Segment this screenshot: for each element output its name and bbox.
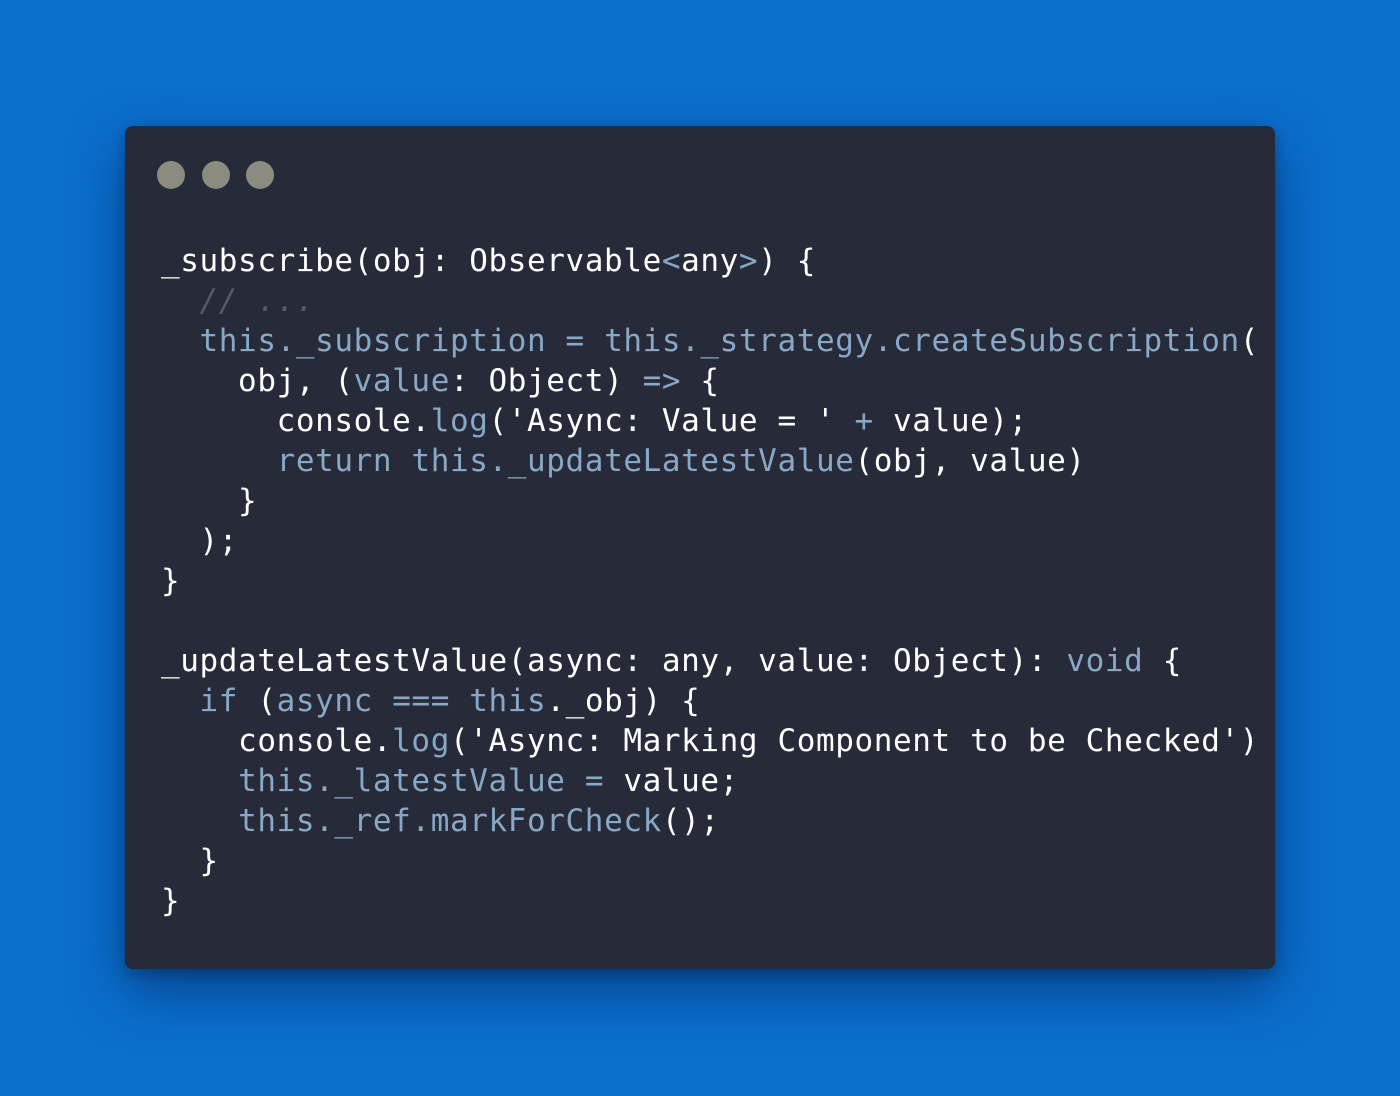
code-token: > (738, 243, 759, 279)
code-block: _subscribe(obj: Observable<any>) { // ..… (161, 241, 1259, 921)
code-token: } (161, 843, 219, 879)
code-line: } (161, 841, 1259, 881)
code-token: if (199, 683, 239, 719)
code-line: } (161, 561, 1259, 601)
window-close-dot[interactable] (157, 161, 185, 189)
code-line: } (161, 881, 1259, 921)
code-token: ); (161, 523, 239, 559)
code-line: if (async === this._obj) { (161, 681, 1259, 721)
code-token: value; (604, 763, 739, 799)
code-token: < (661, 243, 682, 279)
code-token: console. (161, 403, 431, 439)
code-line: _subscribe(obj: Observable<any>) { (161, 241, 1259, 281)
code-token: ( (1239, 323, 1260, 359)
code-token: (obj, value) (854, 443, 1086, 479)
window-minimize-dot[interactable] (202, 161, 230, 189)
code-line: obj, (value: Object) => { (161, 361, 1259, 401)
code-line: // ... (161, 281, 1259, 321)
code-token: { (1143, 643, 1182, 679)
code-token: console. (161, 723, 393, 759)
code-token: ( (238, 683, 277, 719)
code-token: log (392, 723, 450, 759)
code-token: this._strategy.createSubscription (604, 323, 1240, 359)
code-token: void (1066, 643, 1144, 679)
code-token: } (161, 483, 258, 519)
window-maximize-dot[interactable] (246, 161, 274, 189)
code-line: this._subscription = this._strategy.crea… (161, 321, 1259, 361)
code-token: obj, ( (161, 363, 354, 399)
code-token: ('Async: Value = ' (488, 403, 855, 439)
code-line: this._ref.markForCheck(); (161, 801, 1259, 841)
code-token: any (681, 243, 739, 279)
code-token: this._latestValue (238, 763, 566, 799)
code-token: } (161, 563, 181, 599)
code-token: { (681, 363, 720, 399)
code-token: + (854, 403, 874, 439)
code-token: === (392, 683, 450, 719)
code-line: ); (161, 521, 1259, 561)
code-token: return this._updateLatestValue (276, 443, 855, 479)
code-token: ) { (758, 243, 816, 279)
code-token: = (565, 323, 585, 359)
code-token: (); (661, 803, 720, 839)
code-token: _subscribe(obj: Observable (161, 243, 662, 279)
code-token: ('Async: Marking Component to be Checked… (449, 723, 1260, 759)
code-token: log (430, 403, 489, 439)
code-token: this._subscription (199, 323, 547, 359)
code-token: = (584, 763, 605, 799)
code-token: _updateLatestValue(async: any, value: Ob… (161, 643, 1067, 679)
code-line: console.log('Async: Value = ' + value); (161, 401, 1259, 441)
code-token: value (353, 363, 450, 399)
code-token: } (161, 883, 181, 919)
code-token: value); (873, 403, 1028, 439)
code-token: ._obj) { (546, 683, 701, 719)
code-token: => (642, 363, 682, 399)
code-line: this._latestValue = value; (161, 761, 1259, 801)
code-window: _subscribe(obj: Observable<any>) { // ..… (125, 126, 1275, 969)
code-token: this._ref.markForCheck (238, 803, 662, 839)
code-line: return this._updateLatestValue(obj, valu… (161, 441, 1259, 481)
code-token: async (276, 683, 373, 719)
code-token: : Object) (449, 363, 643, 399)
code-line: _updateLatestValue(async: any, value: Ob… (161, 641, 1259, 681)
code-token: // ... (199, 283, 316, 319)
code-line: console.log('Async: Marking Component to… (161, 721, 1259, 761)
code-token: this (469, 683, 547, 719)
code-line: } (161, 481, 1259, 521)
